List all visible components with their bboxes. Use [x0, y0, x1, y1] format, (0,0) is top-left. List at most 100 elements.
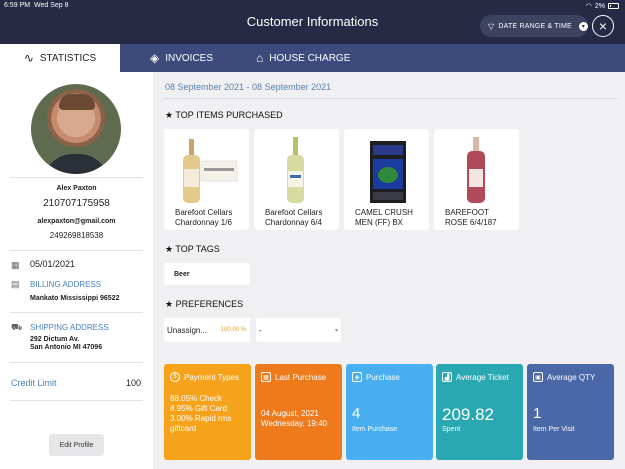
top-tags-title-text: TOP TAGS — [175, 244, 220, 254]
payment-type-line: giftcard — [170, 424, 197, 433]
item-card[interactable]: CAMEL CRUSH MEN (FF) BX — [344, 129, 429, 230]
payment-type-line: 88.05% Check — [170, 394, 223, 403]
item-name-line1: Barefoot Cellars — [175, 208, 233, 217]
item-name-line1: Barefoot Cellars — [265, 208, 323, 217]
credit-limit-value: 100 — [125, 378, 141, 388]
calendar-icon: ▦ — [261, 372, 271, 382]
battery-icon — [608, 3, 619, 9]
preference-select[interactable]: - ▾ — [256, 318, 341, 342]
divider — [163, 98, 618, 99]
stat-value: 4 — [352, 405, 361, 422]
date-range-label: DATE RANGE & TIME — [498, 22, 572, 30]
divider — [10, 250, 143, 251]
calendar-icon: ▦ — [11, 260, 20, 270]
last-purchase-card[interactable]: ▦ Last Purchase 04 August, 2021 Wednesda… — [255, 364, 342, 460]
status-time: 6:59 PM — [4, 2, 31, 9]
payment-types-card[interactable]: $ Payment Types 88.05% Check 8.95% Gift … — [164, 364, 251, 460]
item-name-line1: BAREFOOT — [445, 208, 490, 217]
shipping-address-line1: 292 Dictum Av. — [30, 336, 80, 343]
customer-name: Alex Paxton — [56, 185, 97, 192]
item-name: BAREFOOT ROSE 6/4/187 — [445, 208, 497, 228]
stat-card-title: Last Purchase — [275, 372, 327, 382]
item-card[interactable]: Barefoot Cellars Chardonnay 1/6 — [164, 129, 249, 230]
stat-card-title: Average QTY — [547, 372, 596, 382]
stat-card-header: ▣ Average QTY — [533, 372, 595, 382]
tag-chip[interactable]: Beer — [164, 263, 250, 285]
divider — [10, 400, 143, 401]
divider — [10, 312, 143, 313]
customer-dob: 05/01/2021 — [30, 259, 76, 269]
battery-percent: 2% — [594, 2, 605, 10]
chart-icon: ▟ — [442, 372, 452, 382]
payment-types-list: 88.05% Check 8.95% Gift Card 3.00% Rapid… — [170, 394, 231, 434]
stat-subtitle: Item Per Visit — [533, 426, 575, 433]
item-name: Barefoot Cellars Chardonnay 6/4 — [265, 208, 322, 228]
close-icon: × — [598, 18, 608, 34]
stat-subtitle: Spent — [442, 426, 461, 433]
chevron-down-icon: ▾ — [578, 21, 588, 31]
customer-phone: 210707175958 — [43, 198, 110, 209]
chevron-down-icon: ▾ — [334, 327, 338, 334]
stat-subtitle: Item Purchase — [352, 426, 398, 433]
preference-percent: 100.00 % — [220, 327, 246, 333]
layers-icon: ◈ — [352, 372, 362, 382]
stat-card-title: Payment Types — [184, 372, 239, 382]
item-name-line2: Chardonnay 6/4 — [265, 218, 322, 227]
wine-bottle-image — [183, 139, 238, 203]
date-range-button[interactable]: ▽ DATE RANGE & TIME ▾ — [480, 15, 588, 37]
status-right: ◠ 2% — [586, 2, 619, 10]
stat-card-header: ▦ Last Purchase — [261, 372, 326, 382]
dollar-icon: $ — [170, 372, 180, 382]
item-card[interactable]: BAREFOOT ROSE 6/4/187 — [434, 129, 519, 230]
rose-bottle-image — [467, 137, 485, 203]
layers-icon: ◈ — [150, 51, 160, 65]
item-name-line2: Chardonnay 1/6 — [175, 218, 232, 227]
tab-statistics[interactable]: ∿ STATISTICS — [0, 44, 120, 72]
last-purchase-date: 04 August, 2021 — [261, 409, 319, 418]
item-name-line1: CAMEL CRUSH — [355, 208, 413, 217]
stat-card-header: ◈ Purchase — [352, 372, 400, 382]
app-header: 6:59 PM Wed Sep 8 ◠ 2% Customer Informat… — [0, 0, 625, 44]
avatar — [31, 84, 121, 174]
stat-card-title: Purchase — [366, 372, 400, 382]
top-tags-title: ★ TOP TAGS — [165, 244, 220, 254]
top-items-title-text: TOP ITEMS PURCHASED — [175, 110, 283, 120]
preference-item[interactable]: Unassign... 100.00 % — [164, 318, 250, 342]
average-ticket-card[interactable]: ▟ Average Ticket 209.82 Spent — [436, 364, 523, 460]
edit-profile-button[interactable]: Edit Profile — [49, 434, 104, 456]
billing-address-label: BILLING ADDRESS — [30, 280, 102, 289]
preference-value: - — [259, 325, 262, 335]
close-button[interactable]: × — [592, 15, 614, 37]
customer-email: alexpaxton@gmail.com — [37, 218, 116, 225]
house-icon: ⌂ — [256, 51, 264, 65]
stat-card-header: $ Payment Types — [170, 372, 239, 382]
wine-bottle-image — [287, 137, 304, 203]
payment-type-line: 3.00% Rapid rms — [170, 414, 232, 423]
tab-statistics-label: STATISTICS — [39, 52, 97, 64]
purchase-card[interactable]: ◈ Purchase 4 Item Purchase — [346, 364, 433, 460]
chart-icon: ∿ — [23, 51, 34, 65]
average-qty-card[interactable]: ▣ Average QTY 1 Item Per Visit — [527, 364, 614, 460]
preferences-title-text: PREFERENCES — [175, 299, 244, 309]
avatar-hair — [59, 94, 95, 110]
item-card[interactable]: Barefoot Cellars Chardonnay 6/4 — [254, 129, 339, 230]
billing-address: Mankato Mississippi 96522 — [30, 295, 120, 302]
divider — [10, 362, 143, 363]
tab-house-charge[interactable]: ⌂ HOUSE CHARGE — [256, 44, 350, 72]
last-purchase-info: 04 August, 2021 Wednesday, 19:40 — [261, 409, 327, 429]
credit-limit-label: Credit Limit — [11, 378, 57, 388]
last-purchase-time: Wednesday, 19:40 — [261, 419, 327, 428]
item-name-line2: ROSE 6/4/187 — [445, 218, 497, 227]
shipping-address-label: SHIPPING ADDRESS — [30, 323, 109, 332]
tab-house-charge-label: HOUSE CHARGE — [269, 52, 351, 64]
cigarette-pack-image — [370, 141, 406, 203]
tab-invoices[interactable]: ◈ INVOICES — [150, 44, 213, 72]
divider — [10, 177, 143, 178]
item-name: Barefoot Cellars Chardonnay 1/6 — [175, 208, 232, 228]
item-name: CAMEL CRUSH MEN (FF) BX — [355, 208, 413, 228]
top-items-title: ★ TOP ITEMS PURCHASED — [165, 110, 283, 120]
avatar-shirt — [43, 154, 109, 174]
status-date: Wed Sep 8 — [33, 2, 69, 9]
stat-card-title: Average Ticket — [456, 372, 509, 382]
stat-value: 1 — [533, 405, 542, 422]
